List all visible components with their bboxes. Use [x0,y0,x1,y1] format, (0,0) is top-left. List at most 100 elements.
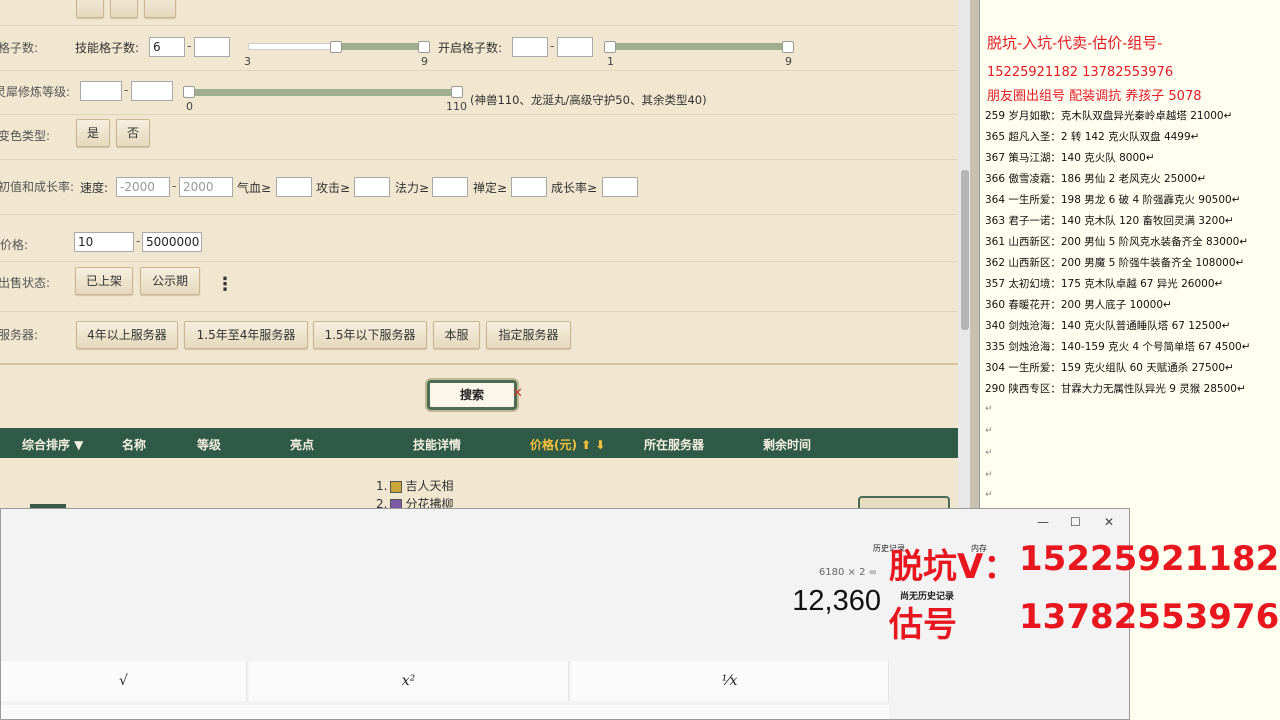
paragraph-mark-icon: ↵ [985,470,993,480]
notes-title: 脱坑-入坑-代卖-估价-组号- [987,34,1163,52]
color-yes-button[interactable]: 是 [76,119,110,147]
header-sort-overall[interactable]: 综合排序 ▼ [22,436,83,453]
spirit-slider-max-handle[interactable] [451,86,463,98]
skill-grid-slider-min-label: 3 [244,55,251,68]
spirit-max-input[interactable] [131,81,173,101]
header-level: 等级 [197,438,222,452]
range-dash: - [136,234,141,248]
notes-entry: 335 剑烛沧海：140-159 克火 4 个号简单塔 67 4500↵ [985,341,1251,353]
attack-input[interactable] [354,177,390,197]
more-options-icon[interactable]: ⋮ [216,274,234,295]
range-dash: - [172,179,177,193]
spirit-note: (神兽110、龙涎丸/高级守护50、其余类型40) [470,93,707,107]
price-max-input[interactable]: 5000000 [142,232,202,252]
skill-grid-slider-range [336,43,426,50]
header-highlight: 亮点 [290,438,315,452]
skill-name: 吉人天相 [405,479,454,493]
filter-row-server: 服务器: 4年以上服务器 1.5年至4年服务器 1.5年以下服务器 本服 指定服… [0,312,958,365]
open-grid-slider-max-label: 9 [785,55,792,68]
overlay-phone-2: 13782553976 [1019,597,1280,637]
skill-grid-slider-track[interactable] [248,43,340,50]
top-option-button-2[interactable] [110,0,138,18]
notes-entry: 357 太初幻境：175 克木队卓越 67 异光 26000↵ [985,278,1224,290]
overlay-label-2: 估号 [889,605,957,645]
header-name: 名称 [122,438,147,452]
price-min-input[interactable]: 10 [74,232,134,252]
range-dash: - [187,39,192,53]
server-under-1-5y-button[interactable]: 1.5年以下服务器 [313,321,427,349]
filter-row-stats: 初值和成长率: 速度: -2000 - 2000 气血≥ 攻击≥ 法力≥ 禅定≥… [0,160,958,215]
square-key[interactable]: x² [249,661,569,701]
open-grid-max-input[interactable] [557,37,593,57]
header-server: 所在服务器 [644,438,705,452]
magic-label: 法力≥ [395,181,430,195]
filter-row-color: 变色类型: 是 否 [0,115,958,160]
filter-row-sale: 出售状态: 已上架 公示期 ⋮ [0,262,958,312]
range-dash: - [550,39,555,53]
spirit-slider-min-handle[interactable] [183,86,195,98]
open-grid-min-input[interactable] [512,37,548,57]
speed-min-input[interactable]: -2000 [116,177,170,197]
close-icon[interactable]: ✕ [1104,515,1114,529]
results-table-header: 综合排序 ▼ 名称 等级 亮点 技能详情 价格(元) ⬆ ⬇ 所在服务器 剩余时… [0,428,958,458]
calculator-keypad: √ x² ¹⁄x [1,661,889,719]
public-period-button[interactable]: 公示期 [140,267,200,295]
spirit-slider-min-label: 0 [186,100,193,113]
notes-entry: 366 傲雪凌霜：186 男仙 2 老风克火 25000↵ [985,173,1207,185]
spirit-min-input[interactable] [80,81,122,101]
paragraph-mark-icon: ↵ [985,426,993,436]
color-row-label: 变色类型: [0,129,51,143]
reciprocal-key[interactable]: ¹⁄x [571,661,889,701]
growth-label: 成长率≥ [551,181,598,195]
sqrt-key[interactable]: √ [1,661,247,701]
open-grid-slider-range[interactable] [610,43,790,50]
price-row-label: 价格: [0,238,29,252]
overlay-phone-1: 15225921182 [1019,539,1280,579]
meditation-input[interactable] [511,177,547,197]
skill-item-1: 1. 吉人天相 [376,477,453,494]
server-specified-button[interactable]: 指定服务器 [486,321,571,349]
overlay-label-1: 脱坑V： [889,547,1018,587]
skill-grid-slider-max-handle[interactable] [418,41,430,53]
minimize-icon[interactable]: — [1037,515,1049,529]
header-price-sort[interactable]: 价格(元) ⬆ ⬇ [530,436,605,453]
skill-grid-max-input[interactable] [194,37,230,57]
server-4y-plus-button[interactable]: 4年以上服务器 [76,321,178,349]
spirit-slider-range[interactable] [188,89,458,96]
skill-grid-slider-min-handle[interactable] [330,41,342,53]
grid-row-label: 格子数: [0,41,39,55]
hp-input[interactable] [276,177,312,197]
server-row-label: 服务器: [0,328,39,342]
sale-row-label: 出售状态: [0,276,51,290]
calculator-expression: 6180 × 2 = [818,567,877,578]
search-decoration-icon: ✕ [512,386,523,401]
calculator-key-row [1,705,889,719]
open-grid-slider-min-handle[interactable] [604,41,616,53]
open-grid-slider-min-label: 1 [607,55,614,68]
color-no-button[interactable]: 否 [116,119,150,147]
search-button[interactable]: 搜索 [427,380,517,410]
notes-entry: 340 剑烛沧海：140 克火队普通睡队塔 67 12500↵ [985,320,1231,332]
meditation-label: 禅定≥ [473,181,508,195]
panel-scrollbar-thumb[interactable] [961,170,969,330]
magic-input[interactable] [432,177,468,197]
notes-entry: 363 君子一诺：140 克木队 120 畜牧回灵满 3200↵ [985,215,1234,227]
listed-button[interactable]: 已上架 [75,267,133,295]
speed-max-input[interactable]: 2000 [179,177,233,197]
top-option-button-1[interactable] [76,0,104,18]
notes-services: 朋友圈出组号 配装调抗 养孩子 5078 [987,89,1202,104]
server-1-5y-to-4y-button[interactable]: 1.5年至4年服务器 [184,321,308,349]
open-grid-slider-max-handle[interactable] [782,41,794,53]
skill-grid-slider-max-label: 9 [421,55,428,68]
maximize-icon[interactable]: ☐ [1070,515,1081,529]
top-option-button-3[interactable] [144,0,176,18]
skill-grid-label: 技能格子数: [75,41,140,55]
calculator-result: 12,360 [792,585,881,617]
filter-row-price: 价格: 10 - 5000000 [0,215,958,262]
header-skills: 技能详情 [413,438,462,452]
skill-icon [390,480,403,493]
server-current-button[interactable]: 本服 [433,321,480,349]
speed-label: 速度: [80,181,109,195]
growth-input[interactable] [602,177,638,197]
skill-grid-min-input[interactable]: 6 [149,37,185,57]
